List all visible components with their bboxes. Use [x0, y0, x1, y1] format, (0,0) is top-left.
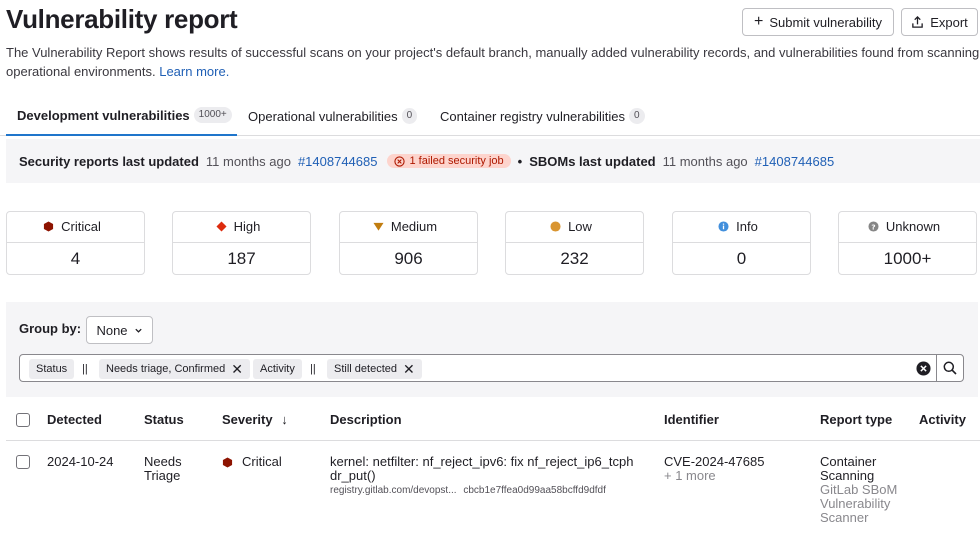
vulnerability-tabs: Development vulnerabilities 1000+ Operat… [0, 96, 980, 136]
sboms-pipeline-link[interactable]: #1408744685 [755, 154, 835, 169]
medium-icon [373, 222, 384, 231]
filter-token-operator: || [310, 363, 316, 375]
detected-date: 2024-10-24 [47, 454, 114, 469]
close-icon[interactable]: ✕ [403, 362, 415, 376]
severity-card-unknown[interactable]: ? Unknown 1000+ [838, 211, 977, 275]
clear-search-icon[interactable] [916, 361, 931, 376]
column-header-description[interactable]: Description [330, 412, 402, 427]
sboms-updated-label: SBOMs last updated [529, 153, 656, 169]
submit-vulnerability-button[interactable]: + Submit vulnerability [742, 8, 894, 36]
unknown-icon: ? [868, 221, 879, 232]
error-circle-icon [394, 155, 406, 167]
critical-icon [222, 456, 233, 468]
filter-token-operator: || [82, 363, 88, 375]
chevron-down-icon [134, 328, 142, 333]
group-by-label: Group by: [19, 321, 82, 336]
description-link[interactable]: kernel: netfilter: nf_reject_ipv6: fix n… [330, 455, 640, 483]
sort-arrow-down-icon: ↓ [281, 412, 288, 427]
filter-token-key-status[interactable]: Status [29, 359, 75, 379]
intro-text: The Vulnerability Report shows results o… [6, 45, 980, 79]
security-updated-label: Security reports last updated [19, 153, 199, 169]
identifier-text: CVE-2024-47685 [664, 454, 765, 469]
learn-more-link[interactable]: Learn more. [159, 64, 229, 79]
severity-card-medium[interactable]: Medium 906 [339, 211, 478, 275]
tab-count-badge: 0 [628, 108, 645, 124]
export-icon [912, 15, 923, 28]
low-icon [550, 221, 561, 232]
column-header-identifier[interactable]: Identifier [664, 412, 719, 427]
high-icon [216, 221, 227, 232]
sboms-updated-time: 11 months ago [662, 153, 748, 169]
severity-card-high[interactable]: High 187 [172, 211, 311, 275]
filter-token-value-status[interactable]: Needs triage, Confirmed ✕ [99, 359, 250, 379]
report-type-text: Container Scanning [820, 454, 877, 483]
severity-card-low[interactable]: Low 232 [505, 211, 644, 275]
severity-card-info[interactable]: Info 0 [672, 211, 811, 275]
search-icon [943, 361, 957, 375]
search-button[interactable] [936, 354, 964, 382]
identifier-more-link[interactable]: + 1 more [664, 469, 716, 483]
failed-job-badge[interactable]: 1 failed security job [387, 154, 511, 168]
last-updated-bar: Security reports last updated 11 months … [6, 139, 980, 183]
location-text: registry.gitlab.com/devopst... cbcb1e7ff… [330, 485, 606, 496]
filter-token-key-activity[interactable]: Activity [253, 359, 302, 379]
column-header-detected[interactable]: Detected [47, 412, 102, 427]
tab-count-badge: 1000+ [193, 107, 232, 123]
svg-text:?: ? [871, 222, 875, 231]
security-updated-time: 11 months ago [205, 153, 291, 169]
page-title: Vulnerability report [6, 4, 238, 34]
tab-count-badge: 0 [401, 108, 418, 124]
group-by-dropdown[interactable]: None [86, 316, 153, 344]
severity-card-critical[interactable]: Critical 4 [6, 211, 145, 275]
column-header-status[interactable]: Status [144, 412, 184, 427]
filter-token-value-activity[interactable]: Still detected ✕ [327, 359, 422, 379]
close-icon[interactable]: ✕ [231, 362, 243, 376]
critical-icon [44, 221, 54, 232]
table-header-divider [6, 440, 980, 441]
column-header-report-type[interactable]: Report type [820, 412, 892, 427]
info-icon [718, 221, 729, 232]
tab-container-registry-vulnerabilities[interactable]: Container registry vulnerabilities 0 [440, 96, 645, 136]
separator-dot: • [517, 153, 523, 169]
status-text: Needs Triage [144, 454, 182, 483]
filtered-search-input[interactable]: Status || Needs triage, Confirmed ✕ Acti… [19, 354, 937, 382]
export-button[interactable]: Export [901, 8, 978, 36]
column-header-activity[interactable]: Activity [919, 412, 966, 427]
scanner-text: GitLab SBoM Vulnerability Scanner [820, 482, 898, 525]
security-pipeline-link[interactable]: #1408744685 [298, 154, 378, 169]
select-all-checkbox[interactable] [16, 413, 30, 427]
column-header-severity[interactable]: Severity ↓ [222, 412, 288, 427]
row-checkbox[interactable] [16, 455, 30, 469]
tab-operational-vulnerabilities[interactable]: Operational vulnerabilities 0 [248, 96, 418, 136]
severity-cell: Critical [222, 455, 282, 469]
tab-development-vulnerabilities[interactable]: Development vulnerabilities 1000+ [6, 96, 237, 136]
plus-icon: + [753, 13, 764, 30]
